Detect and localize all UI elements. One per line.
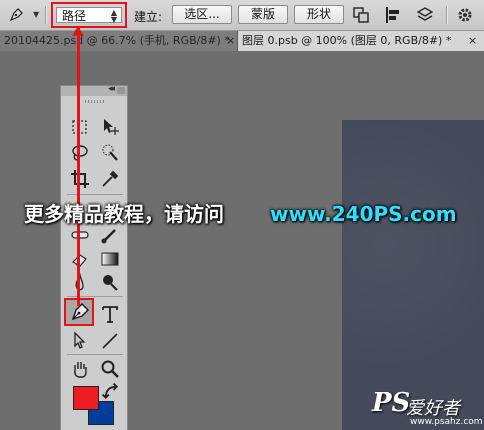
make-mask-button[interactable]: 蒙版 [238,5,288,24]
gradient-tool-icon[interactable] [99,248,121,270]
divider [67,296,123,297]
watermark-url: www.240PS.com [270,202,457,226]
pen-tool-preset-icon[interactable] [8,7,24,23]
toolbox-panel: ◂◂ [60,84,128,430]
document-canvas[interactable] [342,120,484,430]
watermark-banner: 更多精品教程，请访问 www.240PS.com [0,201,484,227]
pen-tool-icon[interactable] [69,301,91,323]
tool-mode-value: 路径 [62,9,87,23]
marquee-tool-icon[interactable] [69,116,91,138]
swap-colors-icon[interactable] [101,382,119,400]
make-selection-button[interactable]: 选区... [172,5,232,24]
foreground-color-swatch[interactable] [73,386,99,410]
crop-tool-icon[interactable] [69,168,91,190]
build-label: 建立: [134,10,163,24]
tab-document-1[interactable]: 20104425.psd @ 66.7% (手机, RGB/8#) * × [0,31,237,51]
logo-url: www.psahz.com [410,417,483,427]
tab-label: 20104425.psd @ 66.7% (手机, RGB/8#) * [4,34,230,47]
annotation-arrow [77,28,80,306]
panel-close-icon[interactable] [117,87,125,94]
tool-mode-select[interactable]: 路径 ▲ ▼ [56,7,122,24]
make-shape-button[interactable]: 形状 [294,5,344,24]
grip-icon[interactable] [85,100,105,103]
move-tool-icon[interactable] [99,116,121,138]
blur-tool-icon[interactable] [69,272,91,294]
line-tool-icon[interactable] [99,330,121,352]
annotation-arrow-head [72,26,84,36]
preset-dropdown-icon[interactable]: ▼ [33,10,39,19]
type-tool-icon[interactable] [99,303,121,325]
dodge-tool-icon[interactable] [99,272,121,294]
divider [67,194,123,195]
hand-tool-icon[interactable] [69,358,91,380]
site-logo: PS 爱好者 www.psahz.com [372,388,483,428]
close-icon[interactable]: × [468,31,477,51]
path-arrangement-icon[interactable] [416,6,434,24]
zoom-tool-icon[interactable] [99,358,121,380]
eyedropper-tool-icon[interactable] [99,168,121,190]
watermark-text: 更多精品教程，请访问 [24,202,224,226]
lasso-tool-icon[interactable] [69,142,91,164]
divider [446,6,448,24]
divider [45,6,47,24]
toolbox-header[interactable]: ◂◂ [61,84,127,96]
collapse-icon[interactable]: ◂◂ [108,84,115,94]
eraser-tool-icon[interactable] [69,248,91,270]
tab-document-2[interactable]: 图层 0.psb @ 100% (图层 0, RGB/8#) * × [238,31,484,51]
path-selection-tool-icon[interactable] [69,330,91,352]
quick-selection-tool-icon[interactable] [99,142,121,164]
divider [67,354,123,355]
mode-highlight: 路径 ▲ ▼ [51,2,127,28]
logo-ps: PS [372,388,411,418]
brush-tool-icon[interactable] [99,224,121,246]
close-icon[interactable]: × [226,31,235,51]
healing-brush-tool-icon[interactable] [69,224,91,246]
gear-icon[interactable] [456,6,474,24]
tab-label: 图层 0.psb @ 100% (图层 0, RGB/8#) * [242,34,452,47]
path-operations-icon[interactable] [352,6,370,24]
select-arrows-icon: ▲ ▼ [110,8,117,24]
path-alignment-icon[interactable] [384,6,402,24]
